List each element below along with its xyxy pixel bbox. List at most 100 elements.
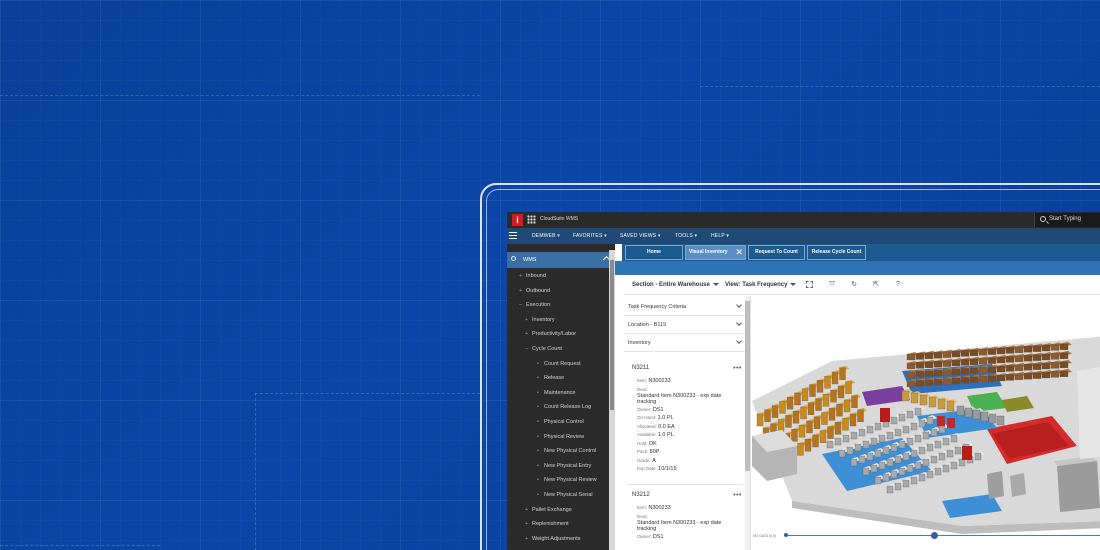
time-slider-handle[interactable] [931,532,938,539]
sidebar-item-new-physical-review[interactable]: • New Physical Review [537,477,597,483]
tab-release-cycle-count[interactable]: Release Cycle Count [807,245,866,260]
sidebar-item-pallet-exchange[interactable]: + Pallet Exchange [525,507,572,513]
rack-brown [933,352,943,359]
close-icon[interactable]: ✕ [735,246,743,259]
rack-block-far-right [1077,367,1100,459]
rack-yellow [928,396,937,408]
sidebar-item-physical-review[interactable]: • Physical Review [537,434,584,440]
accordion-location[interactable]: Location - B119 [624,316,746,334]
rack-brown [915,353,925,360]
export-icon[interactable]: ⇱ [872,281,880,289]
slider-label: NO DATA (0.0) [753,534,777,538]
rack-brown [1032,363,1042,370]
section-dropdown[interactable]: Section - Entire Warehouse [632,282,719,288]
rack-gray [938,452,946,461]
rack-orange [834,422,842,435]
field-key: Allocated: [637,423,657,429]
chevron-down-icon [736,320,742,326]
time-slider-track[interactable] [787,535,1100,536]
global-search-input[interactable]: Start Typing [1034,213,1100,227]
accordion-inventory[interactable]: Inventory [624,334,746,352]
rack-brown [1014,355,1024,362]
rack-brown [1023,364,1033,371]
sidebar-item-physical-control[interactable]: • Physical Control [537,419,584,425]
rack-gray [996,415,1005,426]
warehouse-3d-view[interactable]: NO DATA (0.0) [752,296,1100,550]
sidebar-item-productivity-labor[interactable]: + Productivity/Labor [525,331,576,337]
sidebar-item-cycle-count[interactable]: – Cycle Count [525,346,562,352]
sidebar-item-inventory[interactable]: + Inventory [525,317,555,323]
rack-brown [969,349,979,356]
sidebar-item-new-physical-serial[interactable]: • New Physical Serial [537,492,593,498]
sidebar-item-inbound[interactable]: + Inbound [519,273,546,279]
more-options-icon[interactable]: ••• [733,492,742,499]
rack-orange [857,409,864,422]
blueprint-dash-line [0,545,160,546]
collapse-icon: – [525,346,529,352]
rack-gray [958,458,966,467]
rack-gray [914,461,922,470]
caret-down-icon [790,282,797,286]
menu-saved-views[interactable]: SAVED VIEWS ▾ [620,233,661,239]
rack-brown [1023,373,1033,380]
warehouse-3d-canvas[interactable] [752,296,1100,550]
panel-scrollbar[interactable] [745,296,750,550]
sidebar-item-new-physical-entry[interactable]: • New Physical Entry [537,463,591,469]
inventory-card[interactable]: N3212 ••• Item: N300233 Desc: Standard It… [632,492,742,541]
sidebar-item-outbound[interactable]: + Outbound [519,288,550,294]
scrollbar-thumb[interactable] [610,260,614,410]
rack-gray [878,434,886,443]
onhand-value: 1.0 PL [657,415,674,421]
details-panel: Task Frequency Criteria Location - B119 … [624,296,751,550]
sidebar-item-label: Release [544,375,565,382]
more-options-icon[interactable]: ••• [733,365,742,372]
menu-demweb[interactable]: DEMWEB ▾ [532,233,560,239]
rack-gray [826,440,834,449]
rack-gray [858,428,866,437]
view-dropdown[interactable]: View: Task Frequency [725,282,797,288]
inventory-card[interactable]: N3211 ••• Item: N300233 Desc: Standard It… [632,365,742,474]
menu-help[interactable]: HELP ▾ [711,233,729,239]
chevron-down-icon [736,302,742,308]
bullet-icon: • [537,462,539,469]
sidebar-item-new-physical-control[interactable]: • New Physical Control [537,448,596,454]
sidebar-item-execution[interactable]: – Execution [519,302,550,308]
rack-orange [804,439,812,452]
help-icon[interactable]: ? [894,281,902,289]
rack-orange [816,380,824,393]
tab-label: Home [647,249,661,255]
tab-home[interactable]: Home [625,245,683,260]
app-grid-icon[interactable] [527,215,536,224]
sidebar-search[interactable]: WMS [507,252,614,268]
tab-visual-inventory[interactable]: Visual Inventory ✕ [685,245,746,260]
rack-brown [1059,361,1069,368]
sidebar-item-weight-adjustments[interactable]: + Weight Adjustments [525,536,581,542]
blueprint-dash-line [0,95,480,96]
rack-brown [978,376,988,383]
sidebar-item-maintenance[interactable]: • Maintenance [537,390,576,396]
tab-request-to-count[interactable]: Request To Count [748,245,805,260]
rack-gray [866,425,874,434]
inventory-id: N3211 [632,365,650,371]
sidebar-item-replenishment[interactable]: + Replenishment [525,521,569,527]
fit-icon[interactable] [806,281,813,288]
menu-tools[interactable]: TOOLS ▾ [675,233,697,239]
section-dropdown-label: Section - Entire Warehouse [632,282,710,288]
refresh-icon[interactable]: ↻ [850,281,858,289]
tab-label: Release Cycle Count [811,249,862,255]
rack-brown [1050,353,1060,360]
menu-favorites[interactable]: FAVORITES ▾ [573,233,607,239]
sidebar-item-release[interactable]: • Release [537,375,564,381]
hold-value: OK [648,440,657,447]
scrollbar-thumb[interactable] [745,301,750,471]
sidebar-item-count-request[interactable]: • Count Request [537,361,581,367]
sidebar-item-label: Maintenance [544,389,576,396]
sidebar-item-count-release-log[interactable]: • Count Release Log [537,404,591,410]
sidebar-scrollbar[interactable] [609,250,615,550]
accordion-label: Location - B119 [628,322,667,328]
reset-icon[interactable]: ⤧ [828,281,836,289]
hamburger-menu-icon[interactable] [509,232,517,239]
rack-orange [812,434,819,448]
accordion-task-frequency[interactable]: Task Frequency Criteria [624,298,746,316]
rack-brown [960,368,970,375]
